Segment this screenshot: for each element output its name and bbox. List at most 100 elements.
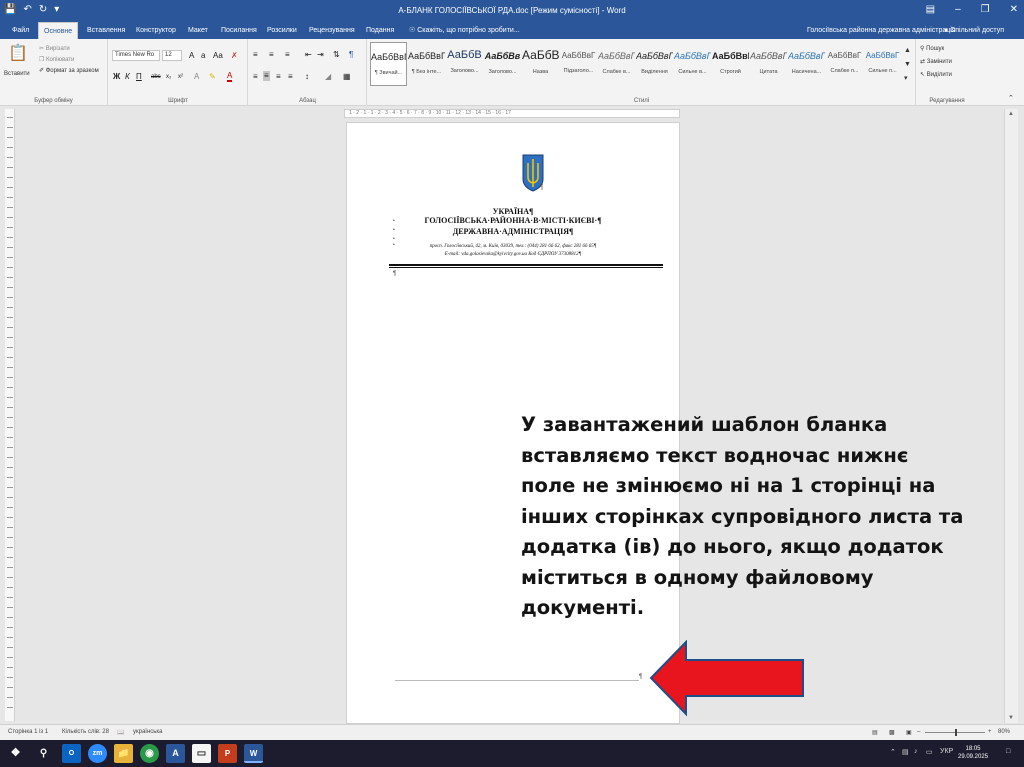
show-marks-icon[interactable]: ¶ (349, 50, 353, 60)
clear-format-icon[interactable]: ✗ (231, 51, 238, 61)
vertical-scrollbar[interactable]: ▲ ▼ (1004, 109, 1018, 723)
volume-icon[interactable]: ♪ (914, 748, 918, 755)
print-layout-icon[interactable]: ▩ (889, 729, 895, 736)
tab-mailings[interactable]: Розсилки (267, 26, 297, 35)
style-item[interactable]: АаБбВвГ Слабке в... (598, 42, 635, 86)
increase-indent-icon[interactable]: ⇥ (317, 50, 324, 60)
zoom-level[interactable]: 80% (998, 729, 1010, 735)
tray-chevron-icon[interactable]: ⌃ (890, 748, 896, 756)
style-item[interactable]: АаБбВвГ ¶ Без інте... (408, 42, 445, 86)
tab-review[interactable]: Рецензування (309, 26, 355, 35)
style-item[interactable]: АаБбВвГ Виділення (636, 42, 673, 86)
styles-more-icon[interactable]: ▾ (904, 75, 908, 83)
style-item[interactable]: АаБбВ Назва (522, 42, 559, 86)
decrease-indent-icon[interactable]: ⇤ (305, 50, 312, 60)
word-count[interactable]: Кількість слів: 28 (62, 729, 109, 735)
keyboard-language[interactable]: УКР (940, 748, 953, 755)
numbering-icon[interactable]: ≡ (269, 50, 274, 60)
font-color-icon[interactable]: A (227, 72, 233, 82)
format-painter-button[interactable]: ✐ Формат за зразком (39, 67, 99, 75)
paste-icon[interactable]: 📋 (8, 45, 28, 63)
app-a-icon[interactable]: A (166, 744, 185, 763)
align-left-icon[interactable]: ≡ (253, 72, 258, 82)
tab-references[interactable]: Посилання (221, 26, 257, 35)
style-item[interactable]: АаБбВвГ Підзаголо... (560, 42, 597, 86)
taskbar-clock[interactable]: 18:05 29.09.2025 (958, 745, 988, 761)
italic-icon[interactable]: К (125, 72, 130, 82)
maximize-icon[interactable]: ❐ (981, 4, 990, 16)
underline-icon[interactable]: П (136, 72, 142, 82)
select-button[interactable]: ↖ Виділити (920, 71, 952, 79)
superscript-icon[interactable]: x² (178, 72, 183, 82)
sort-icon[interactable]: ⇅ (333, 50, 340, 60)
battery-icon[interactable]: ▭ (926, 748, 933, 756)
scroll-up-icon[interactable]: ▲ (1008, 111, 1014, 117)
style-item[interactable]: АаБбВвГ Строгий (712, 42, 749, 86)
align-center-icon[interactable]: ≡ (263, 71, 270, 81)
line-spacing-icon[interactable]: ↕ (305, 72, 309, 82)
network-icon[interactable]: ▤ (902, 748, 909, 756)
text-effects-icon[interactable]: A (194, 72, 199, 82)
tab-layout[interactable]: Макет (188, 26, 208, 35)
change-case-icon[interactable]: Aa (213, 51, 223, 61)
tab-home[interactable]: Основне (38, 22, 79, 39)
style-item[interactable]: АаБбВвГ ¶ Звичай... (370, 42, 407, 86)
read-mode-icon[interactable]: ▤ (872, 729, 878, 736)
font-size-combo[interactable]: 12 (162, 50, 182, 61)
notifications-icon[interactable]: □ (1006, 748, 1010, 755)
style-item[interactable]: АаБбВ Заголово... (446, 42, 483, 86)
styles-scroll-up-icon[interactable]: ▲ (904, 47, 911, 55)
style-item[interactable]: АаБбВв Заголово... (484, 42, 521, 86)
shading-icon[interactable]: ◢ (325, 72, 331, 82)
align-right-icon[interactable]: ≡ (276, 72, 281, 82)
style-item[interactable]: АаБбВвГ Сильне в... (674, 42, 711, 86)
font-name-combo[interactable]: Times New Ro (112, 50, 160, 61)
strikethrough-icon[interactable]: abc (151, 72, 161, 82)
search-icon[interactable]: ⚲ (34, 744, 53, 763)
word-taskbar-icon[interactable]: W (244, 744, 263, 763)
replace-button[interactable]: ⇄ Замінити (920, 58, 952, 66)
web-layout-icon[interactable]: ▣ (906, 729, 912, 736)
language-status[interactable]: українська (133, 729, 163, 735)
bold-icon[interactable]: Ж (113, 72, 120, 82)
bullets-icon[interactable]: ≡ (253, 50, 258, 60)
tab-file[interactable]: Файл (12, 26, 29, 35)
share-button[interactable]: ● Спільний доступ (944, 26, 1004, 35)
paste-button[interactable]: Вставити (4, 70, 30, 78)
collapse-ribbon-icon[interactable]: ⌃ (1008, 95, 1014, 103)
borders-icon[interactable]: ▦ (343, 72, 351, 82)
style-item[interactable]: АаБбВвГ Цитата (750, 42, 787, 86)
horizontal-ruler[interactable]: 1 · 2 · 1 · 1 · 2 · 3 · 4 · 5 · 6 · 7 · … (344, 109, 680, 118)
ribbon-display-icon[interactable]: ▤ (926, 4, 935, 16)
windows-start-icon[interactable]: ❖ (6, 744, 25, 763)
file-explorer-icon[interactable]: 📁 (114, 744, 133, 763)
highlight-icon[interactable]: ✎ (209, 72, 216, 82)
styles-scroll-down-icon[interactable]: ▼ (904, 61, 911, 69)
scroll-down-icon[interactable]: ▼ (1008, 715, 1014, 721)
multilevel-list-icon[interactable]: ≡ (285, 50, 290, 60)
find-button[interactable]: ⚲ Пошук (920, 45, 944, 53)
cut-button[interactable]: ✂ Вирізати (39, 45, 70, 53)
vertical-ruler[interactable] (5, 109, 15, 721)
page-count[interactable]: Сторінка 1 із 1 (8, 729, 48, 735)
chrome-icon[interactable]: ◉ (140, 744, 159, 763)
tab-design[interactable]: Конструктор (136, 26, 176, 35)
style-item[interactable]: АаБбВвГ Слабке п... (826, 42, 863, 86)
tab-insert[interactable]: Вставлення (87, 26, 125, 35)
zoom-app-icon[interactable]: zm (88, 744, 107, 763)
shrink-font-icon[interactable]: a (201, 51, 205, 61)
zoom-in-icon[interactable]: + (988, 729, 992, 735)
minimize-icon[interactable]: – (955, 4, 961, 16)
tell-me-box[interactable]: ☉ Скажіть, що потрібно зробити... (409, 26, 520, 35)
zoom-out-icon[interactable]: – (917, 729, 920, 735)
powerpoint-icon[interactable]: P (218, 744, 237, 763)
grow-font-icon[interactable]: A (189, 51, 194, 61)
document-icon[interactable]: ▭ (192, 744, 211, 763)
account-name[interactable]: Голосіївська районна державна адміністра… (807, 26, 956, 35)
close-icon[interactable]: ✕ (1010, 4, 1018, 16)
style-item[interactable]: АаБбВвГ Насичена... (788, 42, 825, 86)
outlook-icon[interactable]: O (62, 744, 81, 763)
subscript-icon[interactable]: x₂ (166, 72, 171, 82)
proofing-icon[interactable]: 📖 (117, 729, 124, 736)
tab-view[interactable]: Подання (366, 26, 394, 35)
